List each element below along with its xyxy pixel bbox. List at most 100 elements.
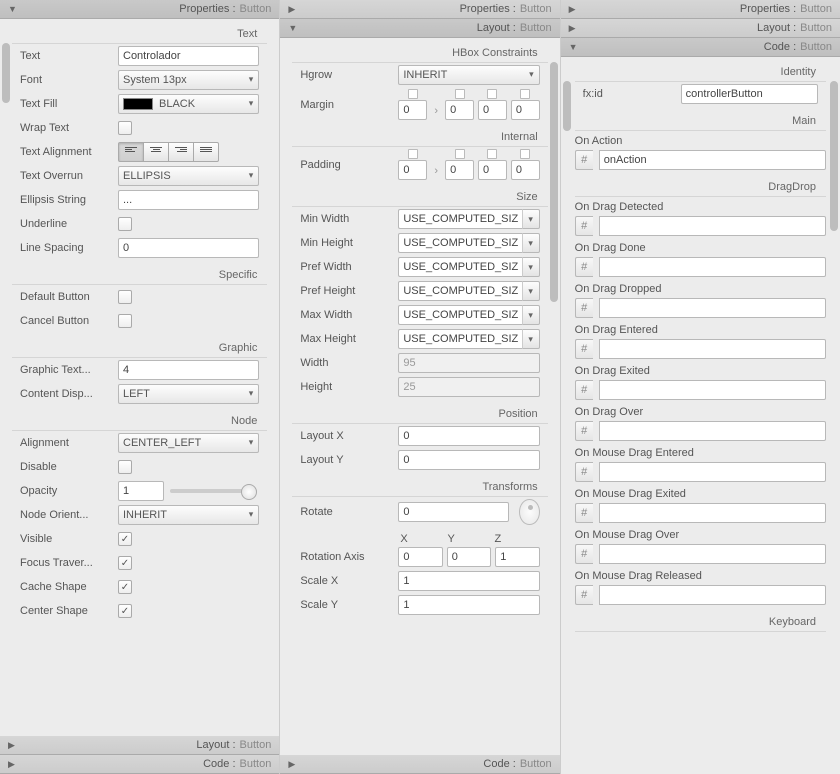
scaley-input[interactable] (398, 595, 539, 615)
alignment-combo[interactable]: CENTER_LEFT (118, 433, 259, 453)
visible-checkbox[interactable] (118, 532, 132, 546)
textfill-combo[interactable]: BLACK (118, 94, 259, 114)
contentdisplay-combo[interactable]: LEFT (118, 384, 259, 404)
scrollbar[interactable] (550, 60, 558, 751)
section-specific: Specific (12, 264, 267, 285)
onaction-input[interactable] (599, 150, 826, 170)
wraptext-checkbox[interactable] (118, 121, 132, 135)
event-handler-input[interactable] (599, 257, 826, 277)
scalex-input[interactable] (398, 571, 539, 591)
link-checkbox[interactable] (520, 89, 530, 99)
padding-right-input[interactable] (445, 160, 474, 180)
link-checkbox[interactable] (408, 89, 418, 99)
padding-bottom-input[interactable] (478, 160, 507, 180)
cancelbutton-checkbox[interactable] (118, 314, 132, 328)
focustrav-checkbox[interactable] (118, 556, 132, 570)
event-label: On Drag Exited (575, 361, 826, 378)
event-handler-input[interactable] (599, 585, 826, 605)
col3-layout-header[interactable]: ▶Layout :Button (561, 19, 840, 38)
font-combo[interactable]: System 13px (118, 70, 259, 90)
rotaxis-x-input[interactable] (398, 547, 442, 567)
dropdown-icon[interactable]: ▾ (522, 209, 540, 229)
rotaxis-z-input[interactable] (495, 547, 539, 567)
padding-left-input[interactable] (511, 160, 540, 180)
event-handler-input[interactable] (599, 421, 826, 441)
margin-bottom-input[interactable] (478, 100, 507, 120)
maxheight-input[interactable] (398, 329, 521, 349)
scrollbar[interactable] (830, 79, 838, 770)
event-handler-input[interactable] (599, 503, 826, 523)
link-icon[interactable]: › (431, 105, 441, 120)
margin-right-input[interactable] (445, 100, 474, 120)
nodeorient-combo[interactable]: INHERIT (118, 505, 259, 525)
graphictextgap-input[interactable] (118, 360, 259, 380)
dropdown-icon[interactable]: ▾ (522, 233, 540, 253)
event-handler-input[interactable] (599, 544, 826, 564)
col3-properties-header[interactable]: ▶Properties :Button (561, 0, 840, 19)
maxwidth-input[interactable] (398, 305, 521, 325)
col2-code-header[interactable]: ▶Code :Button (280, 755, 559, 774)
align-center-button[interactable] (143, 142, 169, 162)
overrun-combo[interactable]: ELLIPSIS (118, 166, 259, 186)
disable-checkbox[interactable] (118, 460, 132, 474)
align-right-button[interactable] (168, 142, 194, 162)
expand-right-icon: ▶ (569, 4, 576, 15)
layoutx-input[interactable] (398, 426, 539, 446)
align-left-button[interactable] (118, 142, 144, 162)
padding-top-input[interactable] (398, 160, 427, 180)
link-checkbox[interactable] (455, 149, 465, 159)
dropdown-icon[interactable]: ▾ (522, 329, 540, 349)
section-dragdrop: DragDrop (575, 176, 826, 197)
dropdown-icon[interactable]: ▾ (522, 281, 540, 301)
text-input[interactable] (118, 46, 259, 66)
link-checkbox[interactable] (487, 149, 497, 159)
hash-icon: # (575, 503, 593, 523)
dropdown-icon[interactable]: ▾ (522, 305, 540, 325)
hash-icon: # (575, 150, 593, 170)
opacity-slider[interactable] (170, 489, 257, 493)
col2-layout-header[interactable]: ▼Layout :Button (280, 19, 559, 38)
cacheshape-checkbox[interactable] (118, 580, 132, 594)
event-label: On Drag Dropped (575, 279, 826, 296)
color-chip (123, 98, 153, 110)
fxid-input[interactable] (681, 84, 818, 104)
ellipsis-input[interactable] (118, 190, 259, 210)
link-checkbox[interactable] (487, 89, 497, 99)
rotate-dial[interactable] (519, 499, 539, 525)
dropdown-icon[interactable]: ▾ (522, 257, 540, 277)
minheight-input[interactable] (398, 233, 521, 253)
hash-icon: # (575, 380, 593, 400)
col1-layout-header[interactable]: ▶Layout :Button (0, 736, 279, 755)
scrollbar[interactable] (2, 41, 10, 732)
col2-properties-header[interactable]: ▶Properties :Button (280, 0, 559, 19)
prefheight-input[interactable] (398, 281, 521, 301)
align-justify-button[interactable] (193, 142, 219, 162)
col1-code-header[interactable]: ▶Code :Button (0, 755, 279, 774)
rotaxis-y-input[interactable] (447, 547, 491, 567)
layouty-input[interactable] (398, 450, 539, 470)
opacity-input[interactable] (118, 481, 164, 501)
section-keyboard: Keyboard (575, 611, 826, 632)
margin-top-input[interactable] (398, 100, 427, 120)
minwidth-input[interactable] (398, 209, 521, 229)
link-checkbox[interactable] (520, 149, 530, 159)
col1-properties-header[interactable]: ▼Properties :Button (0, 0, 279, 19)
prefwidth-input[interactable] (398, 257, 521, 277)
defaultbutton-checkbox[interactable] (118, 290, 132, 304)
rotate-input[interactable] (398, 502, 509, 522)
event-handler-input[interactable] (599, 339, 826, 359)
link-checkbox[interactable] (408, 149, 418, 159)
event-handler-input[interactable] (599, 462, 826, 482)
event-handler-input[interactable] (599, 298, 826, 318)
event-handler-input[interactable] (599, 216, 826, 236)
scrollbar[interactable] (563, 79, 571, 770)
hgrow-combo[interactable]: INHERIT (398, 65, 539, 85)
col3-code-header[interactable]: ▼Code :Button (561, 38, 840, 57)
linespacing-input[interactable] (118, 238, 259, 258)
link-icon[interactable]: › (431, 165, 441, 180)
margin-left-input[interactable] (511, 100, 540, 120)
link-checkbox[interactable] (455, 89, 465, 99)
event-handler-input[interactable] (599, 380, 826, 400)
centershape-checkbox[interactable] (118, 604, 132, 618)
underline-checkbox[interactable] (118, 217, 132, 231)
